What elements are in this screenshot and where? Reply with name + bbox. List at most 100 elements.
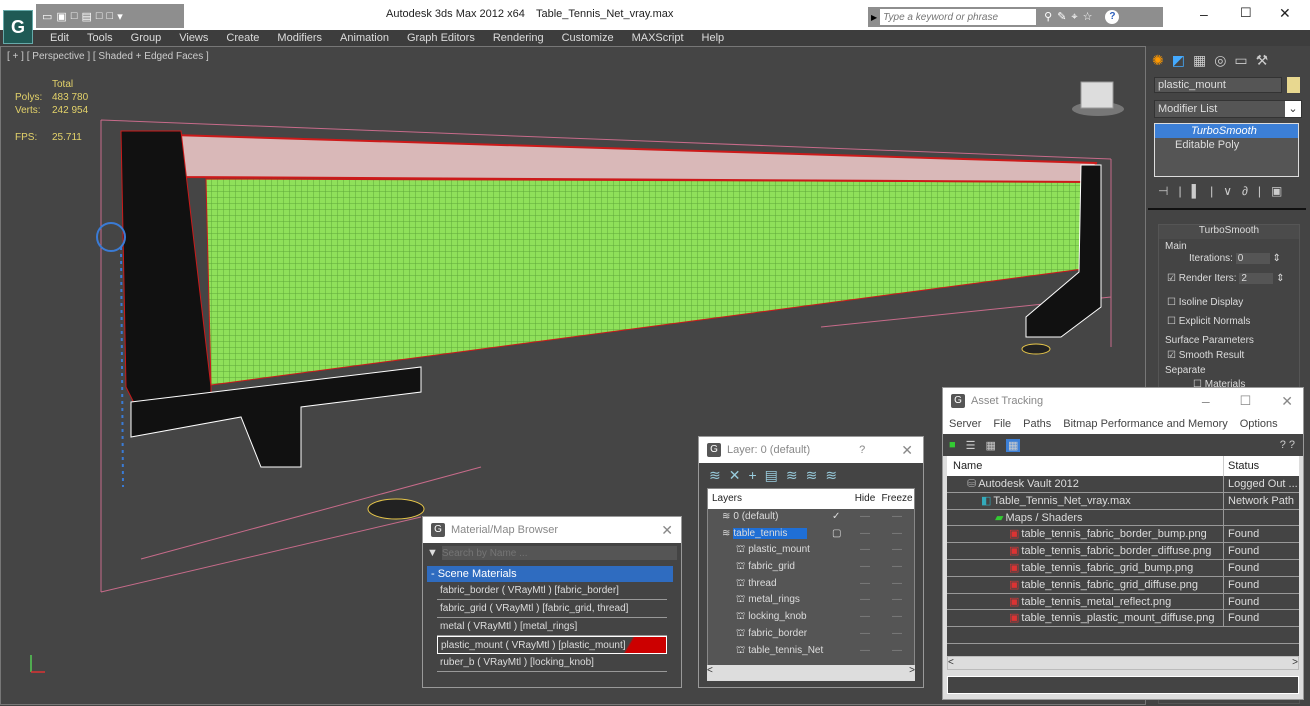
close-button[interactable]: ✕ — [1281, 393, 1293, 410]
close-button[interactable]: ✕ — [901, 442, 913, 459]
fetch-icon[interactable]: □ — [96, 10, 103, 22]
menu-customize[interactable]: Customize — [562, 30, 624, 46]
asset-row[interactable]: ▣ table_tennis_fabric_grid_diffuse.png Fou… — [947, 576, 1299, 594]
minimize-button[interactable]: – — [1202, 393, 1210, 409]
material-item[interactable]: fabric_border ( VRayMtl ) [fabric_border… — [437, 582, 667, 600]
hide-toggle[interactable]: — — [850, 609, 880, 626]
menu-options[interactable]: Options — [1240, 418, 1278, 430]
menu-server[interactable]: Server — [949, 418, 981, 430]
freeze-toggle[interactable]: — — [880, 542, 914, 559]
hide-toggle[interactable]: — — [850, 509, 880, 526]
layer-row[interactable]: ⛫ locking_knob — — — [708, 609, 914, 626]
freeze-toggle[interactable]: — — [880, 643, 914, 660]
infocenter-icons[interactable]: ⚲✎⌖☆ — [1044, 10, 1097, 24]
save-icon[interactable]: ▣ — [56, 10, 66, 23]
layer-row[interactable]: ⛫ table_tennis_Net — — — [708, 643, 914, 660]
app-logo-button[interactable]: G — [3, 10, 33, 44]
freeze-toggle[interactable]: — — [880, 592, 914, 609]
options-dropdown-icon[interactable]: ▼ — [427, 547, 438, 559]
hide-toggle[interactable]: — — [850, 592, 880, 609]
asset-row[interactable]: ▣ table_tennis_plastic_mount_diffuse.png F… — [947, 610, 1299, 628]
layer-row[interactable]: ≋ 0 (default) ✓ — — — [708, 509, 914, 526]
menu-paths[interactable]: Paths — [1023, 418, 1051, 430]
open-icon[interactable]: ▭ — [42, 10, 52, 23]
viewcube[interactable] — [1072, 81, 1124, 116]
current-layer-indicator[interactable] — [832, 609, 850, 626]
iterations-spinner[interactable]: 0 — [1235, 253, 1270, 264]
maximize-button[interactable]: ☐ — [1240, 5, 1252, 21]
hold-icon[interactable]: ▤ — [81, 10, 91, 23]
layer-row[interactable]: ≋ table_tennis ▢ — — — [708, 526, 914, 543]
current-layer-indicator[interactable] — [832, 626, 850, 643]
thumbnail-icon[interactable]: ▦ — [986, 439, 996, 452]
smooth-result-checkbox[interactable]: ☑ Smooth Result — [1167, 350, 1244, 361]
layer-row[interactable]: ⛫ fabric_border — — — [708, 626, 914, 643]
utilities-tab-icon[interactable]: ⚒ — [1256, 52, 1269, 69]
close-button[interactable]: ✕ — [1279, 5, 1291, 22]
refresh-icon[interactable]: ■ — [949, 439, 956, 451]
freeze-toggle[interactable]: — — [880, 509, 914, 526]
project-icon[interactable]: □ — [107, 10, 114, 22]
menu-help[interactable]: Help — [702, 30, 735, 46]
menu-group[interactable]: Group — [131, 30, 172, 46]
material-item[interactable]: fabric_grid ( VRayMtl ) [fabric_grid, th… — [437, 600, 667, 618]
help-icon[interactable]: ? — [1105, 10, 1120, 24]
freeze-toggle[interactable]: — — [880, 609, 914, 626]
horizontal-scrollbar[interactable]: < > — [707, 665, 915, 681]
menu-maxscript[interactable]: MAXScript — [632, 30, 694, 46]
freeze-toggle[interactable]: — — [880, 526, 914, 543]
modify-tab-icon[interactable]: ◩ — [1172, 52, 1185, 69]
rollout-header[interactable]: TurboSmooth — [1159, 225, 1299, 239]
current-layer-indicator[interactable] — [832, 542, 850, 559]
asset-row[interactable]: ▣ table_tennis_fabric_border_diffuse.png F… — [947, 543, 1299, 560]
current-layer-indicator[interactable] — [832, 592, 850, 609]
render-iters-spinner[interactable]: 2 — [1239, 273, 1274, 284]
layer-toolbar[interactable]: ≋✕+▤≋≋≋ — [699, 463, 923, 488]
help-button[interactable]: ? — [859, 444, 865, 456]
help-icons[interactable]: ? ? — [1280, 439, 1295, 451]
current-layer-indicator[interactable] — [832, 576, 850, 593]
asset-row[interactable]: ⛁ Autodesk Vault 2012 Logged Out ... — [947, 476, 1299, 493]
layer-row[interactable]: ⛫ metal_rings — — — [708, 592, 914, 609]
hide-toggle[interactable]: — — [850, 559, 880, 576]
menu-edit[interactable]: Edit — [50, 30, 79, 46]
scene-materials-group[interactable]: - Scene Materials — [427, 566, 673, 582]
freeze-toggle[interactable]: — — [880, 576, 914, 593]
hide-toggle[interactable]: — — [850, 643, 880, 660]
modifier-list-dropdown[interactable]: Modifier List ⌄ — [1154, 100, 1302, 118]
list-icon[interactable]: ☰ — [966, 439, 976, 452]
minimize-button[interactable]: – — [1200, 6, 1208, 22]
menu-bitmap-performance-and-memory[interactable]: Bitmap Performance and Memory — [1063, 418, 1227, 430]
menu-file[interactable]: File — [993, 418, 1011, 430]
hide-toggle[interactable]: — — [850, 626, 880, 643]
stack-item-editable-poly[interactable]: Editable Poly — [1155, 138, 1298, 152]
freeze-toggle[interactable]: — — [880, 559, 914, 576]
create-tab-icon[interactable]: ✺ — [1152, 52, 1164, 69]
menu-create[interactable]: Create — [226, 30, 269, 46]
current-layer-indicator[interactable]: ✓ — [832, 509, 850, 526]
maximize-button[interactable]: ☐ — [1240, 393, 1252, 409]
table-view-icon[interactable]: ▦ — [1005, 438, 1021, 452]
menu-graph-editors[interactable]: Graph Editors — [407, 30, 485, 46]
current-layer-indicator[interactable] — [832, 559, 850, 576]
display-tab-icon[interactable]: ▭ — [1234, 52, 1247, 69]
asset-row[interactable]: ▣ table_tennis_fabric_grid_bump.png Found — [947, 559, 1299, 577]
asset-row[interactable]: ◧ Table_Tennis_Net_vray.max Network Path — [947, 492, 1299, 510]
stack-toolbar[interactable]: ⊣|▌|∨∂|▣ — [1158, 184, 1292, 198]
menu-rendering[interactable]: Rendering — [493, 30, 554, 46]
stack-item-turbosmooth[interactable]: TurboSmooth — [1155, 124, 1298, 138]
hierarchy-tab-icon[interactable]: ▦ — [1193, 52, 1206, 69]
search-input[interactable] — [441, 546, 677, 560]
material-item[interactable]: metal ( VRayMtl ) [metal_rings] — [437, 618, 667, 636]
menu-views[interactable]: Views — [179, 30, 218, 46]
layer-row[interactable]: ⛫ fabric_grid — — — [708, 559, 914, 576]
current-layer-indicator[interactable]: ▢ — [832, 526, 850, 543]
new-icon[interactable]: □ — [71, 10, 78, 22]
asset-path-field[interactable] — [947, 676, 1299, 694]
object-color-swatch[interactable] — [1287, 77, 1300, 93]
material-item[interactable]: plastic_mount ( VRayMtl ) [plastic_mount… — [437, 636, 667, 654]
hide-toggle[interactable]: — — [850, 542, 880, 559]
freeze-toggle[interactable]: — — [880, 626, 914, 643]
isoline-checkbox[interactable]: ☐ Isoline Display — [1167, 297, 1243, 308]
object-name-field[interactable]: plastic_mount — [1154, 77, 1282, 93]
